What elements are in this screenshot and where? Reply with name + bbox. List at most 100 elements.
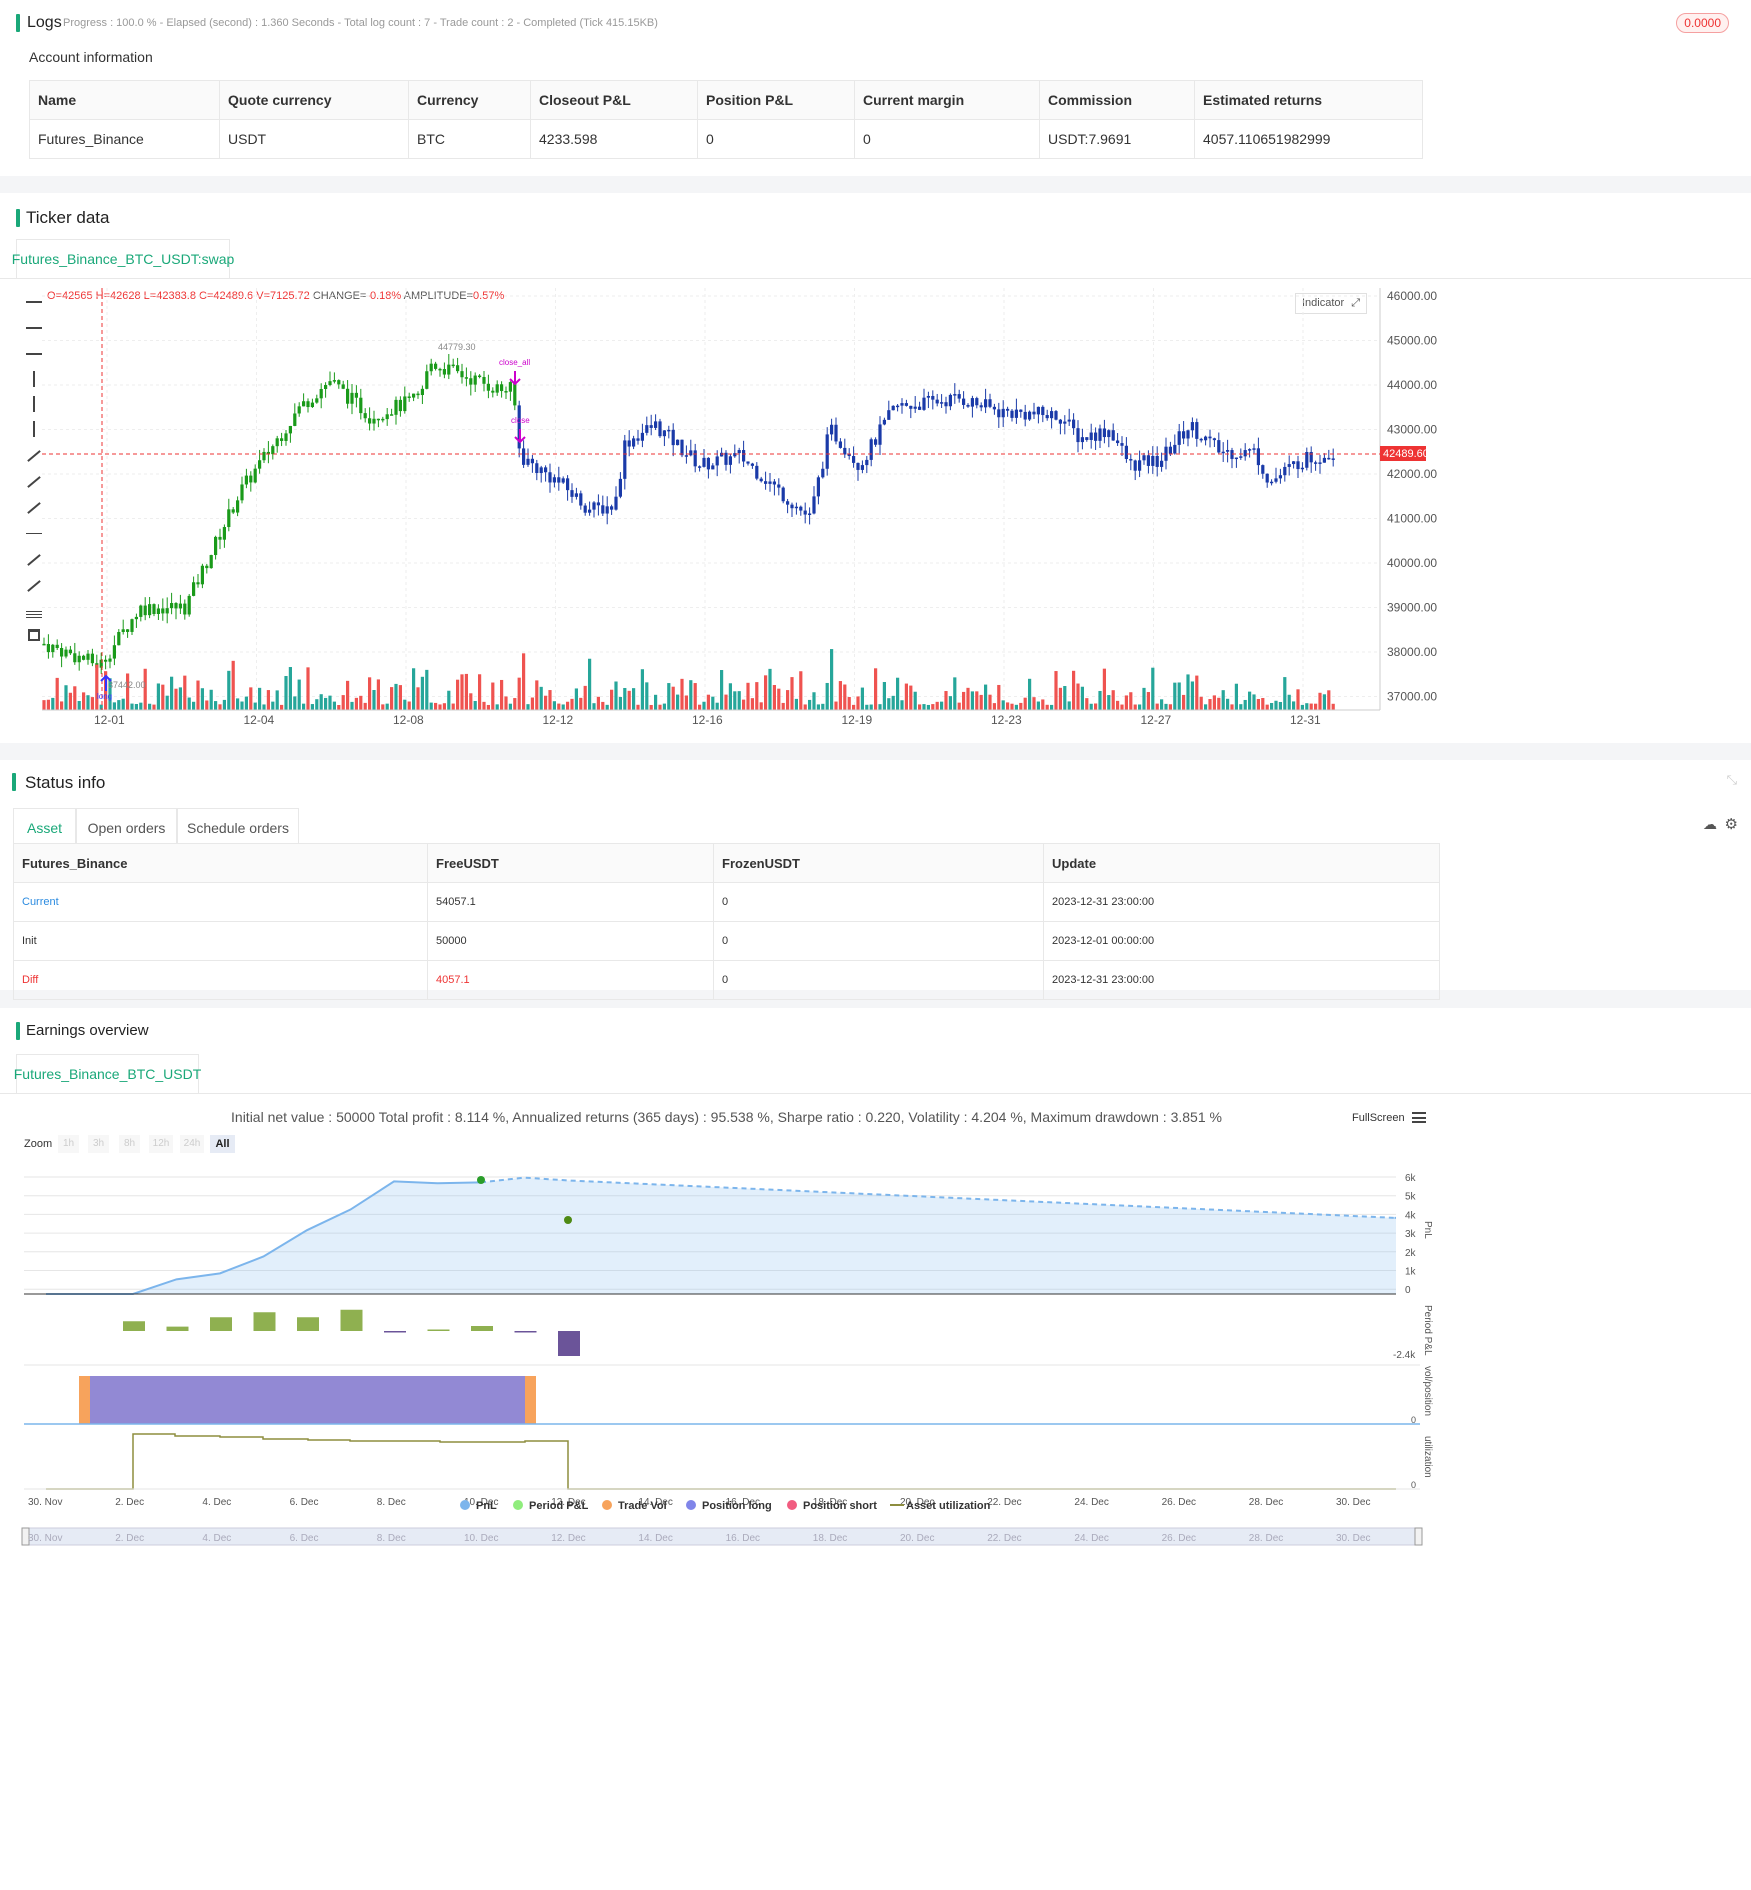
candle-body xyxy=(148,604,152,616)
volume-bar xyxy=(759,702,763,710)
volume-bar xyxy=(821,703,825,710)
candle-body xyxy=(1208,436,1212,439)
volume-bar xyxy=(90,697,94,710)
candle-body xyxy=(755,465,759,479)
volume-bar xyxy=(1120,704,1124,710)
candle-body xyxy=(302,401,306,407)
candle-body xyxy=(1138,460,1142,471)
candle-body xyxy=(742,450,746,462)
candle-body xyxy=(698,466,702,468)
navigator-tick: 14. Dec xyxy=(638,1533,672,1544)
tab-schedule-orders[interactable]: Schedule orders xyxy=(177,808,299,847)
candle-body xyxy=(904,403,908,406)
volume-bar xyxy=(957,702,961,710)
candle-body xyxy=(579,493,583,506)
candle-body xyxy=(869,439,873,460)
volume-bar xyxy=(460,674,464,710)
volume-bar xyxy=(284,676,288,710)
candle-body xyxy=(618,478,622,497)
candle-body xyxy=(381,418,385,421)
volume-bar xyxy=(640,669,644,710)
volume-bar xyxy=(860,687,864,710)
volume-bar xyxy=(790,677,794,710)
candle-body xyxy=(1142,455,1146,461)
pnl-area xyxy=(46,1177,1396,1294)
collapse-icon[interactable]: ⤡ xyxy=(1727,772,1737,788)
candle-body xyxy=(1261,465,1265,474)
volume-bar xyxy=(328,695,332,710)
volume-bar xyxy=(746,682,750,710)
volume-bar xyxy=(698,704,702,710)
volume-bar xyxy=(165,695,169,710)
volume-bar xyxy=(667,683,671,710)
candle-body xyxy=(315,398,319,403)
volume-bar xyxy=(684,695,688,710)
candle-body xyxy=(1151,455,1155,466)
candle-body xyxy=(1085,437,1089,440)
candle-body xyxy=(552,477,556,483)
volume-bar xyxy=(953,677,957,710)
volume-bar xyxy=(1076,683,1080,710)
volume-bar xyxy=(865,704,869,710)
volume-bar xyxy=(1116,700,1120,710)
volume-bar xyxy=(548,690,552,710)
candle-body xyxy=(794,506,798,509)
candle-body xyxy=(997,409,1001,418)
time-tick: 12-31 xyxy=(1290,713,1321,727)
candle-body xyxy=(768,481,772,484)
row-current-label: Current xyxy=(13,882,428,922)
candle-body xyxy=(108,658,112,662)
volume-bar xyxy=(394,683,398,710)
pnl-tick: 1k xyxy=(1405,1267,1417,1278)
time-tick: 12-27 xyxy=(1141,713,1172,727)
candle-body xyxy=(1063,421,1067,424)
profit-badge: 0.0000 xyxy=(1676,13,1729,33)
volume-bar xyxy=(310,704,314,710)
candle-body xyxy=(447,364,451,375)
candle-body xyxy=(922,397,926,410)
candle-body xyxy=(104,659,108,662)
col-header: Closeout P&L xyxy=(530,80,698,120)
candlestick-chart: 42489.60 44779.30 37442.00 close_all clo… xyxy=(42,288,1437,727)
gear-icon[interactable]: ⚙ xyxy=(1725,815,1738,833)
candle-body xyxy=(1098,428,1102,441)
col-header: Currency xyxy=(408,80,531,120)
candle-body xyxy=(161,608,165,614)
tab-open-orders[interactable]: Open orders xyxy=(76,808,177,847)
candle-body xyxy=(816,477,820,497)
cell: 2023-12-31 23:00:00 xyxy=(1043,882,1440,922)
candle-body xyxy=(86,653,90,660)
candle-body xyxy=(1226,450,1230,452)
volume-bar xyxy=(909,685,913,710)
volume-bar xyxy=(654,694,658,710)
candle-body xyxy=(544,467,548,473)
candle-body xyxy=(715,456,719,466)
cell: 0 xyxy=(713,960,1044,1000)
volume-bar xyxy=(1274,700,1278,710)
candle-body xyxy=(860,465,864,470)
volume-bar xyxy=(390,687,394,710)
volume-bar xyxy=(825,682,829,710)
candle-body xyxy=(561,478,565,483)
candle-body xyxy=(1014,409,1018,418)
candle-body xyxy=(183,603,187,615)
candle-body xyxy=(645,425,649,433)
pnl-tick: 6k xyxy=(1405,1173,1417,1184)
candle-body xyxy=(68,649,72,654)
candle-body xyxy=(359,397,363,414)
volume-bar xyxy=(777,688,781,710)
volume-bar xyxy=(354,697,358,710)
volume-bar xyxy=(948,696,952,710)
cloud-download-icon[interactable]: ☁ xyxy=(1703,816,1717,833)
volume-bar xyxy=(808,699,812,710)
volume-bar xyxy=(992,703,996,710)
row-init-label: Init xyxy=(13,921,428,961)
volume-bar xyxy=(1151,667,1155,710)
row-diff-label: Diff xyxy=(13,960,428,1000)
legend-item: Period P&L xyxy=(529,1500,589,1512)
navigator-tick: 30. Nov xyxy=(28,1533,62,1544)
tab-asset[interactable]: Asset xyxy=(13,808,76,847)
volume-bar xyxy=(526,704,530,710)
candle-body xyxy=(790,504,794,509)
time-tick: 12-12 xyxy=(543,713,574,727)
